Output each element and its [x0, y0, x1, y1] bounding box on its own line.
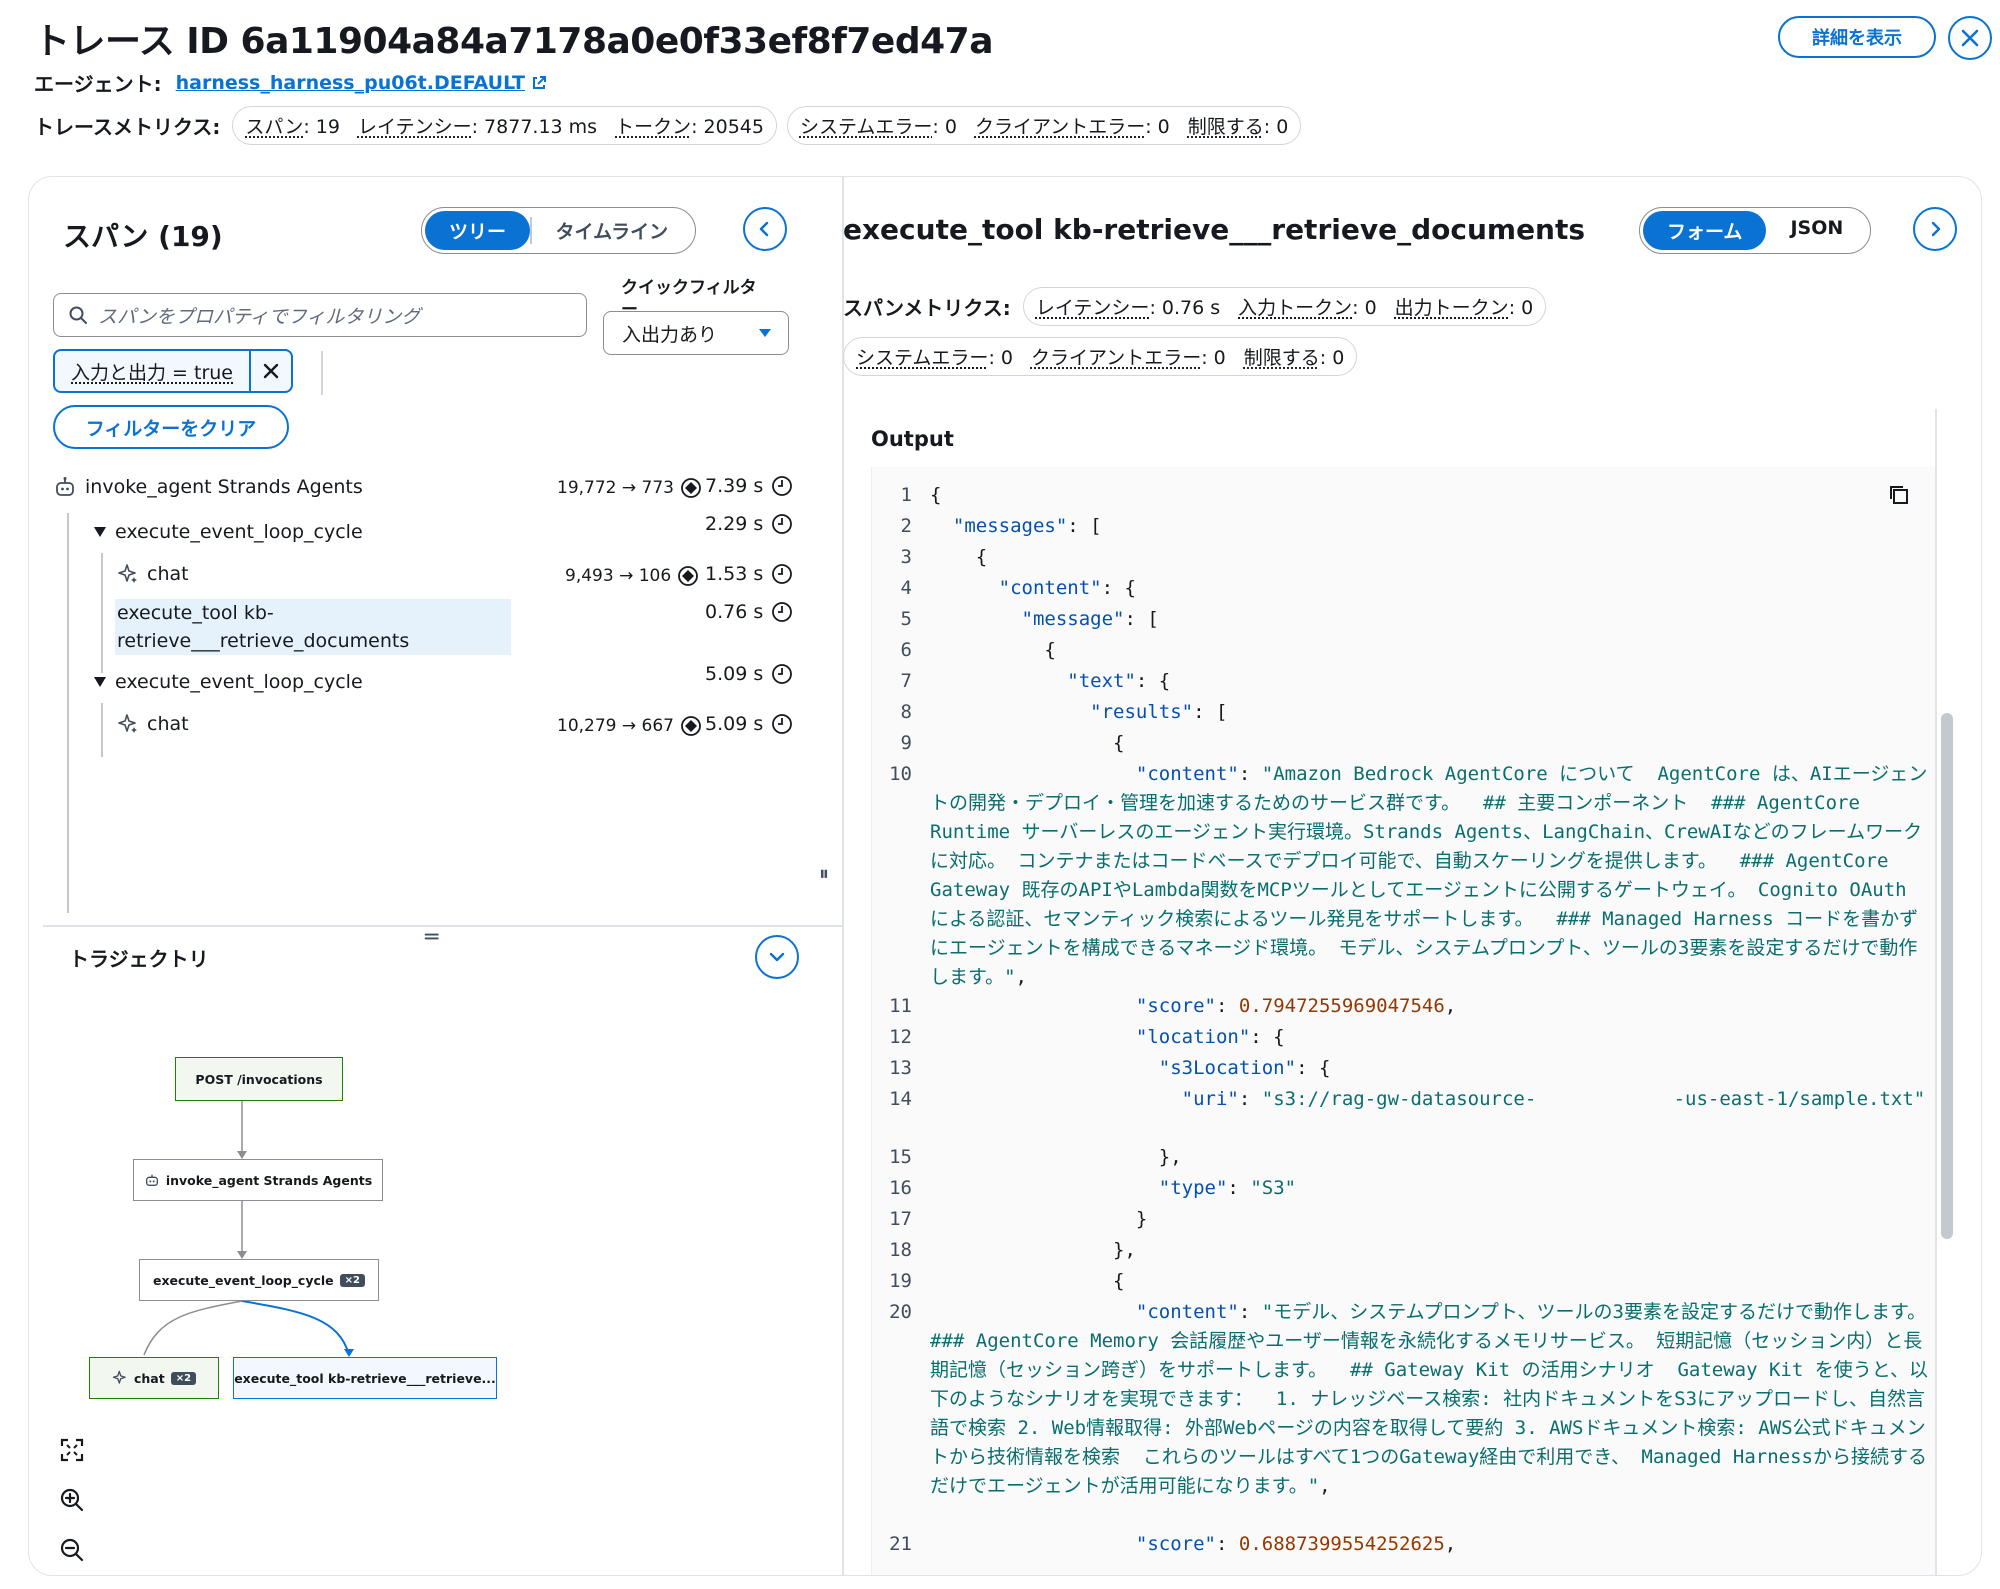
- line-number: 21: [889, 1533, 912, 1555]
- line-content: {: [930, 639, 1056, 661]
- detail-view-toggle: フォーム JSON: [1639, 207, 1872, 254]
- metric-latency: レイテンシー: 0.76 s: [1035, 297, 1221, 319]
- line-number: 1: [900, 484, 912, 506]
- close-icon: [1961, 29, 1979, 47]
- line-content: "uri": "s3://rag-gw-datasource- -us-east…: [1181, 1088, 1926, 1110]
- sparkle-icon: [112, 1370, 126, 1384]
- span-metrics-pill-2: システムエラー: 0 クライアントエラー: 0 制限する: 0: [843, 337, 1358, 376]
- trace-metrics: トレースメトリクス: スパン: 19 レイテンシー: 7877.13 ms トー…: [34, 106, 1302, 145]
- line-number: 9: [900, 732, 912, 754]
- scrollbar-thumb[interactable]: [1941, 713, 1953, 1239]
- agent-link[interactable]: harness_harness_pu06t.DEFAULT: [176, 72, 525, 94]
- graph-node-chat[interactable]: chat ×2: [89, 1357, 219, 1399]
- scroll-track: [1935, 409, 1937, 1575]
- metric-client-errors: クライアントエラー: 0: [1030, 347, 1226, 369]
- line-number: 17: [889, 1208, 912, 1230]
- line-number: 2: [900, 515, 912, 537]
- line-number: 20: [889, 1301, 912, 1323]
- robot-icon: [145, 1174, 158, 1186]
- count-badge: ×2: [339, 1273, 365, 1287]
- collapse-right-button[interactable]: [1913, 207, 1957, 251]
- line-content: "s3Location": {: [1158, 1057, 1331, 1079]
- count-badge: ×2: [170, 1371, 197, 1385]
- zoom-in-icon[interactable]: [59, 1487, 85, 1513]
- trace-metrics-pill-1: スパン: 19 レイテンシー: 7877.13 ms トークン: 20545: [232, 106, 777, 145]
- graph-node-event-loop[interactable]: execute_event_loop_cycle ×2: [139, 1259, 379, 1301]
- span-metrics: スパンメトリクス: レイテンシー: 0.76 s 入力トークン: 0 出力トーク…: [843, 287, 1547, 326]
- line-number: 12: [889, 1026, 912, 1048]
- copy-button[interactable]: [1887, 483, 1911, 511]
- tab-form[interactable]: フォーム: [1643, 211, 1767, 250]
- line-content: "results": [: [1090, 701, 1228, 723]
- line-number: 13: [889, 1057, 912, 1079]
- span-metrics-2: システムエラー: 0 クライアントエラー: 0 制限する: 0: [843, 337, 1358, 376]
- line-content: "location": {: [1135, 1026, 1285, 1048]
- metric-system-errors: システムエラー: 0: [856, 347, 1013, 369]
- trace-metrics-pill-2: システムエラー: 0 クライアントエラー: 0 制限する: 0: [786, 106, 1302, 145]
- line-number: 10: [889, 763, 912, 785]
- graph-node-post-invocations[interactable]: POST /invocations: [175, 1057, 343, 1101]
- zoom-out-icon[interactable]: [59, 1537, 85, 1563]
- metric-output-tokens: 出力トークン: 0: [1394, 297, 1534, 319]
- line-content: {: [930, 484, 942, 506]
- metric-system-errors: システムエラー: 0: [799, 116, 957, 138]
- span-detail-title: execute_tool kb-retrieve___retrieve_docu…: [843, 213, 1586, 246]
- agent-row: エージェント: harness_harness_pu06t.DEFAULT: [34, 68, 547, 97]
- line-number: 18: [889, 1239, 912, 1261]
- fit-view-icon[interactable]: [59, 1437, 85, 1463]
- line-content: "content": "モデル、システムプロンプト、ツールの3要素を設定するだけ…: [930, 1301, 1928, 1497]
- line-number: 15: [889, 1146, 912, 1168]
- line-content: "messages": [: [952, 515, 1102, 537]
- line-content: "message": [: [1021, 608, 1159, 630]
- output-code-viewer[interactable]: 1 {2 "messages": [ 3 {4 "content": { 5 "mes…: [871, 467, 1937, 1575]
- agent-label: エージェント:: [34, 72, 162, 96]
- view-details-button[interactable]: 詳細を表示: [1778, 16, 1936, 58]
- line-content: "text": {: [1067, 670, 1171, 692]
- line-number: 11: [889, 995, 912, 1017]
- line-content: {: [930, 1270, 1125, 1292]
- trace-card: スパン (19) ツリー タイムライン スパンをプロパティでフィルタリング クイ…: [28, 176, 1982, 1576]
- span-metrics-pill-1: レイテンシー: 0.76 s 入力トークン: 0 出力トークン: 0: [1022, 287, 1547, 326]
- page-title: トレース ID 6a11904a84a7178a0e0f33ef8f7ed47a: [34, 21, 994, 62]
- metric-latency: レイテンシー: 7877.13 ms: [357, 116, 598, 138]
- line-content: },: [930, 1239, 1136, 1261]
- metric-tokens: トークン: 20545: [615, 116, 764, 138]
- metric-input-tokens: 入力トークン: 0: [1238, 297, 1377, 319]
- panel-divider: [842, 177, 844, 1575]
- line-number: 7: [900, 670, 912, 692]
- line-content: {: [930, 546, 988, 568]
- trace-metrics-label: トレースメトリクス:: [34, 115, 221, 139]
- line-content: },: [930, 1146, 1182, 1168]
- tab-json[interactable]: JSON: [1766, 211, 1867, 250]
- line-number: 4: [900, 577, 912, 599]
- graph-node-invoke-agent[interactable]: invoke_agent Strands Agents: [133, 1159, 383, 1201]
- chevron-right-icon: [1931, 221, 1941, 237]
- metric-throttled: 制限する: 0: [1243, 347, 1345, 369]
- external-link-icon: [533, 75, 546, 89]
- line-number: 6: [900, 639, 912, 661]
- metric-spans: スパン: 19: [245, 116, 340, 138]
- span-metrics-label: スパンメトリクス:: [843, 296, 1011, 320]
- line-content: "content": "Amazon Bedrock AgentCore につい…: [930, 763, 1928, 988]
- metric-throttled: 制限する: 0: [1187, 116, 1289, 138]
- line-content: "score": 0.6887399554252625,: [1135, 1533, 1457, 1555]
- output-label: Output: [871, 427, 954, 451]
- line-content: }: [930, 1208, 1148, 1230]
- line-content: "score": 0.7947255969047546,: [1135, 995, 1457, 1017]
- line-content: "type": "S3": [1158, 1177, 1297, 1199]
- line-number: 3: [900, 546, 912, 568]
- line-number: 8: [900, 701, 912, 723]
- graph-node-execute-tool[interactable]: execute_tool kb-retrieve___retrieve...: [233, 1357, 497, 1399]
- metric-client-errors: クライアントエラー: 0: [974, 116, 1170, 138]
- line-number: 5: [900, 608, 912, 630]
- line-content: {: [930, 732, 1125, 754]
- close-button[interactable]: [1948, 16, 1992, 60]
- line-content: "content": {: [998, 577, 1136, 599]
- copy-icon: [1890, 486, 1908, 504]
- line-number: 19: [889, 1270, 912, 1292]
- line-number: 14: [889, 1088, 912, 1110]
- line-number: 16: [889, 1177, 912, 1199]
